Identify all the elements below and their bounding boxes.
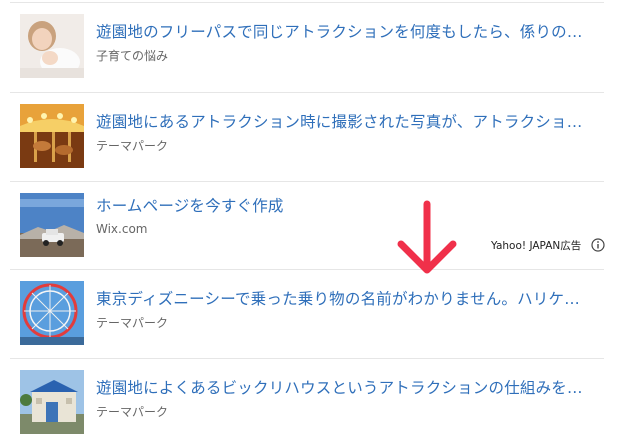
list-item[interactable]: 東京ディズニーシーで乗った乗り物の名前がわかりません。ハリケ… テーマパーク: [0, 269, 620, 357]
item-title[interactable]: ホームページを今すぐ作成: [96, 194, 596, 218]
info-icon[interactable]: [591, 238, 605, 252]
ad-label[interactable]: Yahoo! JAPAN広告: [491, 237, 581, 255]
thumbnail[interactable]: [20, 370, 84, 434]
item-source: テーマパーク: [96, 316, 169, 330]
red-down-arrow-icon: [397, 200, 457, 274]
list-item[interactable]: 遊園地のフリーパスで同じアトラクションを何度もしたら、係りの… 子育ての悩み: [0, 2, 620, 90]
item-title[interactable]: 東京ディズニーシーで乗った乗り物の名前がわかりません。ハリケ…: [96, 287, 596, 311]
thumbnail[interactable]: [20, 104, 84, 168]
baby-photo-icon: [20, 14, 84, 78]
thumbnail[interactable]: [20, 193, 84, 257]
item-source: テーマパーク: [96, 405, 169, 419]
list-item[interactable]: 遊園地にあるアトラクション時に撮影された写真が、アトラクショ… テーマパーク: [0, 92, 620, 180]
list-item[interactable]: 遊園地によくあるビックリハウスというアトラクションの仕組みを… テーマパーク: [0, 358, 620, 446]
item-source: テーマパーク: [96, 139, 169, 153]
thumbnail[interactable]: [20, 14, 84, 78]
item-source: Wix.com: [96, 222, 148, 236]
item-title[interactable]: 遊園地のフリーパスで同じアトラクションを何度もしたら、係りの…: [96, 20, 596, 44]
item-title[interactable]: 遊園地にあるアトラクション時に撮影された写真が、アトラクショ…: [96, 110, 596, 134]
thumbnail[interactable]: [20, 281, 84, 345]
ad-item[interactable]: ホームページを今すぐ作成 Wix.com: [0, 181, 620, 269]
item-source: 子育ての悩み: [96, 49, 169, 63]
carousel-photo-icon: [20, 104, 84, 168]
car-landscape-photo-icon: [20, 193, 84, 257]
funhouse-photo-icon: [20, 370, 84, 434]
ferris-wheel-photo-icon: [20, 281, 84, 345]
item-title[interactable]: 遊園地によくあるビックリハウスというアトラクションの仕組みを…: [96, 376, 596, 400]
